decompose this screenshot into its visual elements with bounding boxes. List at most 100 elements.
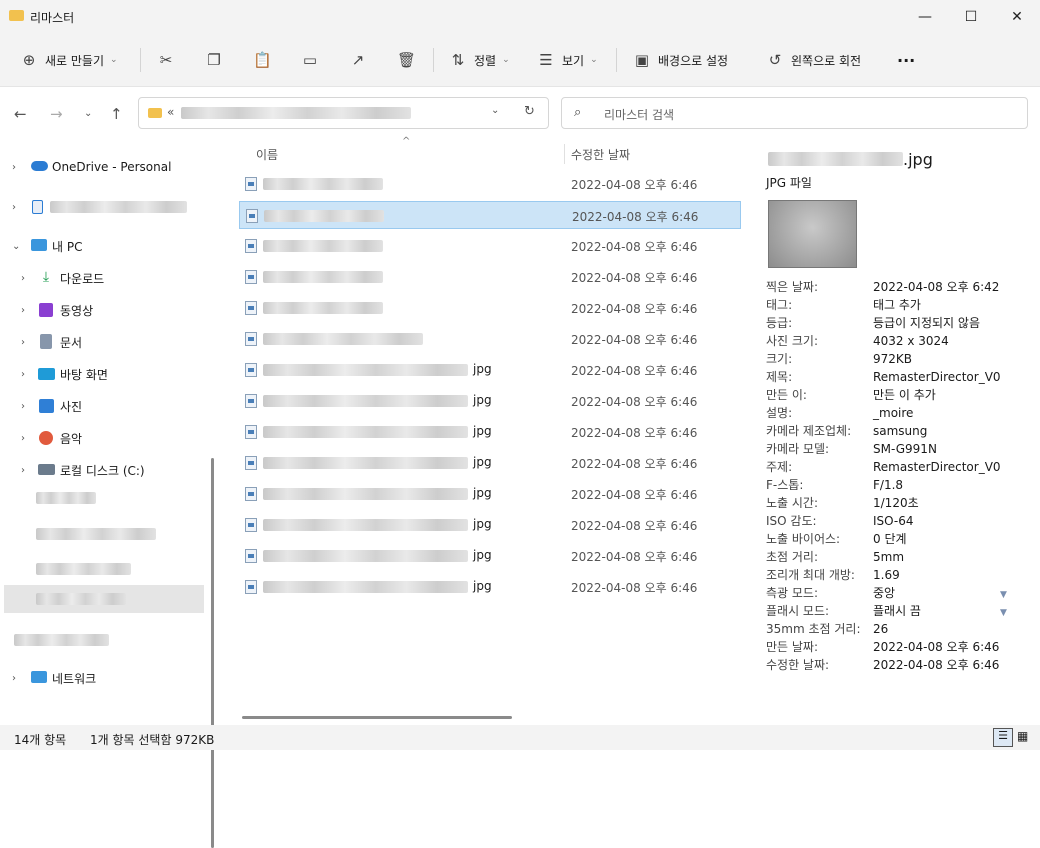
property-value[interactable]: RemasterDirector_V0 xyxy=(873,368,1001,386)
property-key: 노출 시간: xyxy=(766,496,819,510)
property-value[interactable]: samsung xyxy=(873,422,927,440)
rotate-left-button[interactable]: ↺ 왼쪽으로 회전 xyxy=(766,44,861,76)
property-value[interactable]: 26 xyxy=(873,620,888,638)
sidebar-item-onedrive[interactable]: › OneDrive - Personal xyxy=(0,152,205,182)
search-input[interactable]: 리마스터 검색 xyxy=(604,106,674,123)
file-name-redacted xyxy=(263,364,468,376)
expand-chevron-icon[interactable]: › xyxy=(21,369,25,380)
dropdown-arrow-icon[interactable]: ▼ xyxy=(1000,608,1007,618)
sidebar-item-desktop[interactable]: › 바탕 화면 xyxy=(0,359,205,389)
file-row[interactable]: 2022-04-08 오후 6:46 xyxy=(239,325,741,353)
rename-button[interactable]: ▭ xyxy=(301,44,326,76)
file-row[interactable]: 2022-04-08 오후 6:46 xyxy=(239,201,741,229)
property-value[interactable]: 0 단계 xyxy=(873,530,907,548)
expand-chevron-icon[interactable]: › xyxy=(21,465,25,476)
property-value[interactable]: 1/120초 xyxy=(873,494,919,512)
sidebar-item-redacted[interactable]: › xyxy=(0,192,205,222)
sidebar-item-music[interactable]: › 음악 xyxy=(0,423,205,453)
more-button[interactable]: ··· xyxy=(897,44,915,76)
sort-button[interactable]: ⇅ 정렬 ⌄ xyxy=(449,44,510,76)
sidebar-item-pictures[interactable]: › 사진 xyxy=(0,391,205,421)
sidebar-item-documents[interactable]: › 문서 xyxy=(0,327,205,357)
horizontal-scrollbar[interactable] xyxy=(242,716,512,719)
column-divider[interactable] xyxy=(564,144,565,164)
new-button[interactable]: ⊕ 새로 만들기 ⌄ xyxy=(20,44,118,76)
file-row[interactable]: jpg 2022-04-08 오후 6:46 xyxy=(239,356,741,384)
property-value[interactable]: _moire xyxy=(873,404,913,422)
file-row[interactable]: jpg 2022-04-08 오후 6:46 xyxy=(239,511,741,539)
details-pane: .jpg JPG 파일 찍은 날짜: 2022-04-08 오후 6:42 태그: 태… xyxy=(742,140,1040,725)
close-button[interactable]: ✕ xyxy=(994,0,1040,34)
file-row[interactable]: 2022-04-08 오후 6:46 xyxy=(239,263,741,291)
maximize-button[interactable]: ☐ xyxy=(948,0,994,34)
property-value[interactable]: 만든 이 추가 xyxy=(873,386,936,404)
property-value[interactable]: 5mm xyxy=(873,548,904,566)
property-value[interactable]: 972KB xyxy=(873,350,912,368)
file-extension: jpg xyxy=(473,548,492,562)
column-header-name[interactable]: 이름 xyxy=(256,146,278,163)
sidebar-item-selected-redacted[interactable] xyxy=(4,585,204,613)
set-wallpaper-button[interactable]: ▣ 배경으로 설정 xyxy=(633,44,728,76)
file-row[interactable]: 2022-04-08 오후 6:46 xyxy=(239,232,741,260)
file-row[interactable]: jpg 2022-04-08 오후 6:46 xyxy=(239,449,741,477)
recent-chevron-icon[interactable]: ⌄ xyxy=(84,108,92,119)
property-value[interactable]: 2022-04-08 오후 6:42 xyxy=(873,278,999,296)
file-row[interactable]: 2022-04-08 오후 6:46 xyxy=(239,294,741,322)
file-row[interactable]: 2022-04-08 오후 6:46 xyxy=(239,170,741,198)
tiles-view-icon[interactable]: ▦ xyxy=(1017,729,1028,743)
property-value[interactable]: ISO-64 xyxy=(873,512,914,530)
expand-chevron-icon[interactable]: › xyxy=(12,162,16,173)
sidebar-item-network[interactable]: › 네트워크 xyxy=(0,663,205,693)
up-icon[interactable]: ↑ xyxy=(110,105,123,123)
property-value[interactable]: 태그 추가 xyxy=(873,296,921,314)
property-value[interactable]: 2022-04-08 오후 6:46 xyxy=(873,656,999,674)
file-modified-date: 2022-04-08 오후 6:46 xyxy=(571,302,698,316)
property-value[interactable]: 4032 x 3024 xyxy=(873,332,949,350)
share-button[interactable]: ↗ xyxy=(349,44,374,76)
property-value[interactable]: SM-G991N xyxy=(873,440,937,458)
property-value[interactable]: 중앙 xyxy=(873,584,895,602)
sidebar-item-local-disk[interactable]: › 로컬 디스크 (C:) xyxy=(0,455,205,485)
expand-chevron-icon[interactable]: › xyxy=(21,305,25,316)
paste-button[interactable]: 📋 xyxy=(253,44,278,76)
sidebar-item-videos[interactable]: › 동영상 xyxy=(0,295,205,325)
sidebar-item-this-pc[interactable]: ⌄ 내 PC xyxy=(0,231,205,261)
column-header-date[interactable]: 수정한 날짜 xyxy=(571,146,630,163)
expand-chevron-icon[interactable]: › xyxy=(12,673,16,684)
property-value[interactable]: 등급이 지정되지 않음 xyxy=(873,314,980,332)
sidebar-item-downloads[interactable]: › ⤓ 다운로드 xyxy=(0,263,205,293)
property-value[interactable]: 2022-04-08 오후 6:46 xyxy=(873,638,999,656)
view-button[interactable]: ☰ 보기 ⌄ xyxy=(537,44,597,76)
expand-chevron-icon[interactable]: › xyxy=(21,433,25,444)
minimize-button[interactable]: — xyxy=(902,0,948,34)
file-modified-date: 2022-04-08 오후 6:46 xyxy=(571,178,698,192)
file-row[interactable]: jpg 2022-04-08 오후 6:46 xyxy=(239,480,741,508)
copy-button[interactable]: ❐ xyxy=(205,44,230,76)
address-bar[interactable]: « ⌄ ↻ xyxy=(138,97,549,129)
back-icon[interactable]: ← xyxy=(14,105,27,123)
details-view-icon[interactable]: ☰ xyxy=(993,728,1013,747)
delete-button[interactable]: 🗑 xyxy=(397,44,422,76)
expand-chevron-icon[interactable]: › xyxy=(12,202,16,213)
forward-icon[interactable]: → xyxy=(50,105,63,123)
property-value[interactable]: 플래시 끔 xyxy=(873,602,921,620)
property-value[interactable]: RemasterDirector_V0 xyxy=(873,458,1001,476)
file-row[interactable]: jpg 2022-04-08 오후 6:46 xyxy=(239,387,741,415)
document-icon xyxy=(40,334,52,349)
property-value[interactable]: 1.69 xyxy=(873,566,900,584)
file-row[interactable]: jpg 2022-04-08 오후 6:46 xyxy=(239,573,741,601)
sidebar-scrollbar[interactable] xyxy=(211,458,214,848)
cut-button[interactable]: ✂ xyxy=(157,44,182,76)
expand-chevron-icon[interactable]: › xyxy=(21,337,25,348)
property-value[interactable]: F/1.8 xyxy=(873,476,903,494)
expand-chevron-icon[interactable]: › xyxy=(21,273,25,284)
refresh-icon[interactable]: ↻ xyxy=(524,104,535,119)
file-row[interactable]: jpg 2022-04-08 오후 6:46 xyxy=(239,418,741,446)
address-overflow[interactable]: « xyxy=(167,105,174,119)
address-dropdown-icon[interactable]: ⌄ xyxy=(491,105,499,116)
expand-chevron-icon[interactable]: › xyxy=(21,401,25,412)
collapse-chevron-icon[interactable]: ⌄ xyxy=(12,241,20,252)
search-box[interactable]: ⌕ 리마스터 검색 xyxy=(561,97,1028,129)
file-row[interactable]: jpg 2022-04-08 오후 6:46 xyxy=(239,542,741,570)
dropdown-arrow-icon[interactable]: ▼ xyxy=(1000,590,1007,600)
